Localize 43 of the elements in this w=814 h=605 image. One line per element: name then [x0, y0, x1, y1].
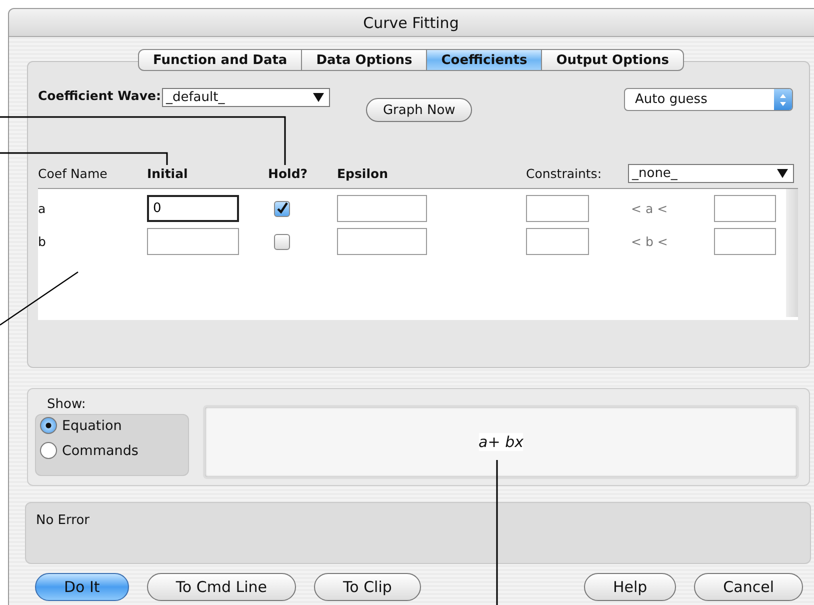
dropdown-arrow-icon [312, 93, 324, 102]
constraint-label: < a < [630, 201, 669, 216]
show-label: Show: [46, 397, 87, 412]
initial-field[interactable]: 0 [147, 195, 239, 222]
epsilon-field[interactable] [337, 228, 427, 255]
dialog-button[interactable]: Cancel [694, 573, 803, 601]
tab[interactable]: Data Options [302, 49, 428, 71]
column-header: Initial [147, 166, 189, 180]
lower-bound-field[interactable] [526, 195, 589, 222]
hold-checkbox[interactable] [274, 200, 290, 216]
field-label: Coefficient Wave: [38, 88, 161, 103]
dialog-button[interactable]: Do It [35, 573, 129, 601]
coefficient-wave-dropdown[interactable]: _default_ [162, 88, 330, 107]
dialog-button[interactable]: Help [584, 573, 676, 601]
graph-now-button[interactable]: Graph Now [366, 98, 472, 122]
constraints-dropdown[interactable]: _none_ [628, 164, 794, 182]
radio-option[interactable]: Commands [40, 442, 184, 459]
dialog-button[interactable]: To Cmd Line [146, 573, 296, 601]
scroll-bar[interactable] [786, 189, 798, 317]
initial-field[interactable] [147, 228, 239, 255]
lower-bound-field[interactable] [526, 228, 589, 255]
equation-text: a+ bx [478, 433, 524, 451]
tab[interactable]: Output Options [542, 49, 684, 71]
dropdown-arrow-icon [777, 168, 788, 178]
coefficient-name: b [38, 234, 47, 249]
constraint-label: < b < [630, 234, 669, 249]
tab[interactable]: Coefficients [427, 49, 542, 71]
hold-checkbox[interactable] [274, 234, 290, 250]
window-title: Curve Fitting [363, 14, 459, 32]
column-header: Coef Name [38, 166, 108, 180]
column-header: Epsilon [337, 166, 389, 180]
tab[interactable]: Function and Data [138, 49, 302, 71]
epsilon-field[interactable] [337, 195, 427, 222]
status-text: No Error [36, 513, 90, 528]
stepper-arrows-icon [774, 89, 792, 110]
guess-dropdown[interactable]: Auto guess [624, 88, 793, 111]
dialog-button[interactable]: To Clip [314, 573, 421, 601]
column-header: Hold? [267, 166, 309, 180]
upper-bound-field[interactable] [714, 228, 776, 255]
radio-option[interactable]: Equation [40, 417, 184, 434]
coefficient-name: a [38, 201, 47, 216]
upper-bound-field[interactable] [714, 195, 776, 222]
column-header: Constraints: [526, 166, 603, 180]
